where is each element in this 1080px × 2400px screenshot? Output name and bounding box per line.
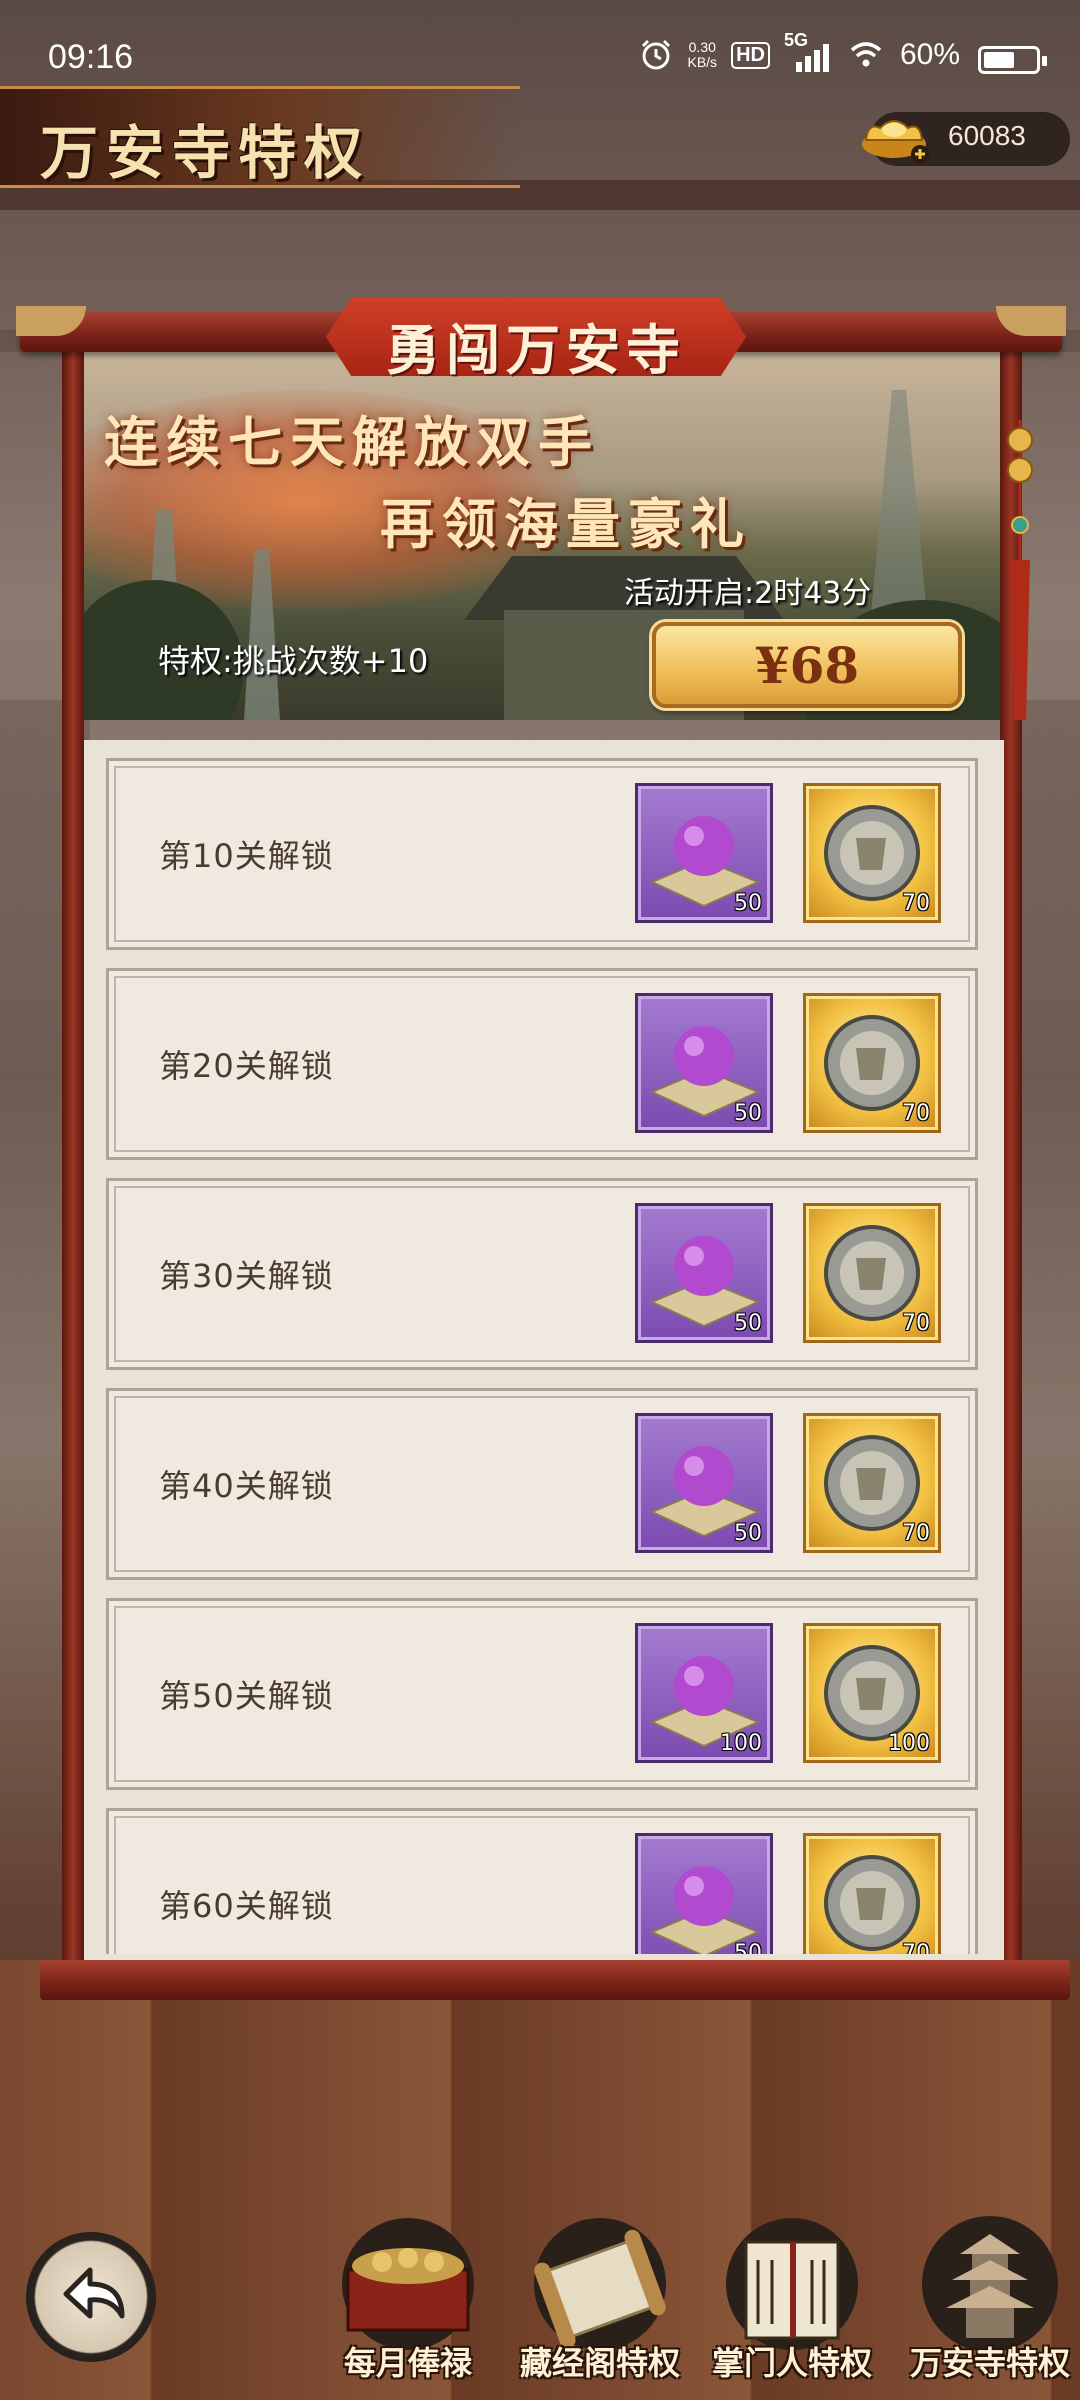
tab-label: 藏经阁特权 <box>519 2344 680 2382</box>
tab-library-privilege[interactable]: 藏经阁特权 <box>510 2214 690 2384</box>
treasure-chest-icon <box>342 2218 474 2350</box>
status-icons: 0.30 KB/s HD 5G 60% <box>639 30 960 72</box>
alarm-icon <box>642 39 671 70</box>
tab-label: 掌门人特权 <box>711 2344 872 2382</box>
tab-wanan-temple-privilege[interactable]: 万安寺特权 <box>900 2214 1080 2384</box>
item-count: 70 <box>902 1521 930 1546</box>
battery-percent: 60% <box>899 38 960 71</box>
network-speed: 0.30 KB/s <box>687 39 718 70</box>
item-count: 70 <box>902 1311 930 1336</box>
reward-item-purple-orb[interactable]: 50 <box>635 1413 773 1553</box>
event-countdown: 活动开启:2时43分 <box>624 576 872 611</box>
reward-item-gold-token[interactable]: 70 <box>803 1833 941 1954</box>
privilege-description: 特权:挑战次数+10 <box>158 642 429 680</box>
reward-row: 第10关解锁 50 70 <box>106 758 978 950</box>
wifi-icon <box>850 42 882 67</box>
item-count: 50 <box>734 1521 762 1546</box>
reward-row: 第20关解锁 50 70 <box>106 968 978 1160</box>
back-button[interactable] <box>26 2232 156 2362</box>
reward-row-label: 第10关解锁 <box>159 837 334 875</box>
reward-item-gold-token[interactable]: 100 <box>803 1623 941 1763</box>
board-bottom-beam <box>40 1960 1070 2000</box>
item-count: 50 <box>734 891 762 916</box>
left-pillar <box>62 340 84 1980</box>
reward-item-purple-orb[interactable]: 50 <box>635 1203 773 1343</box>
item-count: 100 <box>720 1731 762 1756</box>
tab-monthly-salary[interactable]: 每月俸禄 <box>318 2214 498 2384</box>
stone-token-icon <box>824 1855 920 1951</box>
reward-row: 第30关解锁 50 70 <box>106 1178 978 1370</box>
purchase-price[interactable]: ¥68 <box>652 636 962 695</box>
tab-label: 每月俸禄 <box>343 2344 472 2382</box>
back-arrow-icon <box>63 2267 125 2319</box>
tab-label: 万安寺特权 <box>909 2344 1070 2382</box>
reward-row-label: 第30关解锁 <box>159 1257 334 1295</box>
reward-row: 第40关解锁 50 70 <box>106 1388 978 1580</box>
reward-row-label: 第60关解锁 <box>159 1887 334 1925</box>
item-count: 50 <box>734 1101 762 1126</box>
reward-item-purple-orb[interactable]: 50 <box>635 1833 773 1954</box>
status-time: 09:16 <box>48 38 134 76</box>
reward-row-label: 第20关解锁 <box>159 1047 334 1085</box>
event-title: 勇闯万安寺 <box>386 318 686 382</box>
reward-row: 第60关解锁 50 70 <box>106 1808 978 1954</box>
pagoda-icon <box>922 2216 1058 2352</box>
item-count: 70 <box>902 1101 930 1126</box>
tassel-ornament-icon <box>1007 420 1033 720</box>
hd-badge: HD <box>731 41 770 69</box>
purple-orb-icon <box>649 1866 761 1954</box>
reward-row-label: 第50关解锁 <box>159 1677 334 1715</box>
item-count: 100 <box>888 1731 930 1756</box>
battery-icon <box>978 46 1047 74</box>
signal-5g-icon: 5G <box>784 30 832 72</box>
reward-item-gold-token[interactable]: 70 <box>803 993 941 1133</box>
page-title: 万安寺特权 <box>40 119 371 187</box>
reward-item-purple-orb[interactable]: 100 <box>635 1623 773 1763</box>
item-count: 50 <box>734 1311 762 1336</box>
reward-list[interactable]: 第10关解锁 50 70 第20关解锁 50 70 第30关解锁 50 70 第… <box>84 740 1004 1954</box>
reward-item-gold-token[interactable]: 70 <box>803 783 941 923</box>
item-count: 50 <box>734 1941 762 1954</box>
reward-item-purple-orb[interactable]: 50 <box>635 783 773 923</box>
event-slogan-line2: 再领海量豪礼 <box>380 492 752 556</box>
reward-row: 第50关解锁 100 100 <box>106 1598 978 1790</box>
reward-item-purple-orb[interactable]: 50 <box>635 993 773 1133</box>
scroll-icon <box>534 2218 666 2350</box>
reward-item-gold-token[interactable]: 70 <box>803 1413 941 1553</box>
book-icon <box>726 2218 858 2350</box>
event-slogan-line1: 连续七天解放双手 <box>104 410 600 474</box>
reward-row-label: 第40关解锁 <box>159 1467 334 1505</box>
reward-item-gold-token[interactable]: 70 <box>803 1203 941 1343</box>
item-count: 70 <box>902 891 930 916</box>
item-count: 70 <box>902 1941 930 1954</box>
gold-ingot-icon[interactable] <box>858 104 936 168</box>
currency-value: 60083 <box>948 120 1026 151</box>
tab-leader-privilege[interactable]: 掌门人特权 <box>702 2214 882 2384</box>
